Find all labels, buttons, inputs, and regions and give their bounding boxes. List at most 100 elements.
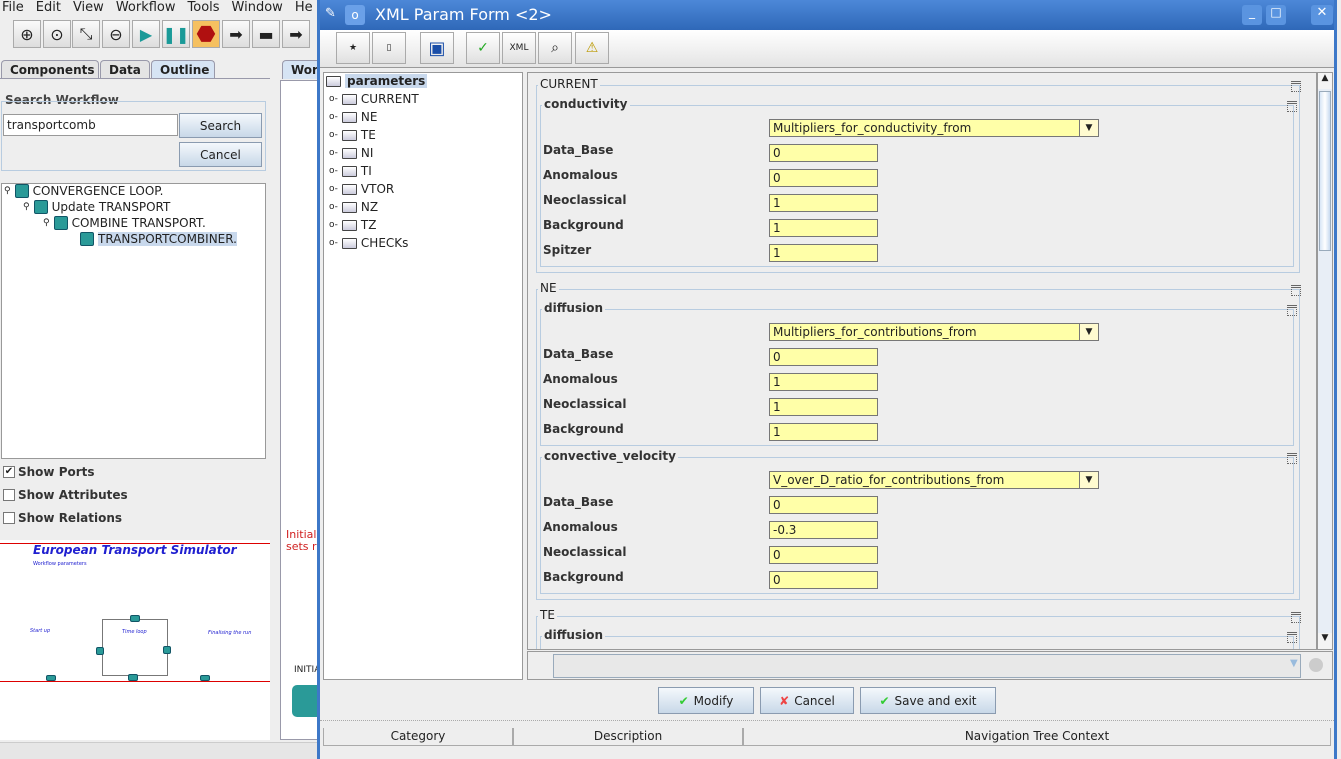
validate-icon[interactable]: ✓ bbox=[466, 32, 500, 64]
app-icon[interactable]: o bbox=[345, 5, 365, 25]
expand-handle-icon[interactable]: o- bbox=[329, 238, 338, 248]
small-arrow-icon[interactable]: ➡ bbox=[282, 20, 310, 48]
field-input[interactable]: 1 bbox=[769, 423, 878, 441]
column-navigation-context[interactable]: Navigation Tree Context bbox=[743, 728, 1331, 746]
combo-arrow-icon[interactable]: ▼ bbox=[1290, 658, 1298, 669]
expand-handle-icon[interactable]: o- bbox=[329, 130, 338, 140]
expand-handle-icon[interactable]: o- bbox=[329, 184, 338, 194]
scroll-down-icon[interactable]: ▼ bbox=[1318, 633, 1332, 649]
tree-item[interactable]: o- CURRENT bbox=[329, 92, 419, 106]
go-icon[interactable] bbox=[1309, 658, 1323, 672]
expand-handle-icon[interactable]: o- bbox=[329, 220, 338, 230]
stop-icon[interactable]: ⬣ bbox=[192, 20, 220, 48]
search-file-icon[interactable]: ⌕ bbox=[538, 32, 572, 64]
split-handle[interactable] bbox=[320, 720, 1334, 724]
collapse-icon[interactable] bbox=[1287, 453, 1297, 464]
tree-item[interactable]: o- NI bbox=[329, 146, 373, 160]
dropdown-arrow-icon[interactable]: ▼ bbox=[1079, 324, 1098, 340]
tab-workflow[interactable]: Wor bbox=[282, 60, 322, 79]
title-bar[interactable]: ✎ o XML Param Form <2> _ □ ✕ bbox=[320, 0, 1334, 30]
new-star-icon[interactable]: ★ bbox=[336, 32, 370, 64]
tree-root[interactable]: parameters bbox=[326, 74, 428, 88]
vertical-scrollbar[interactable]: ▲ ▼ bbox=[1317, 72, 1333, 650]
warning-file-icon[interactable]: ⚠ bbox=[575, 32, 609, 64]
menu-edit[interactable]: Edit bbox=[36, 0, 61, 15]
canvas[interactable]: Initial sets r INITIA bbox=[280, 80, 332, 740]
field-input[interactable]: 0 bbox=[769, 546, 878, 564]
run-icon[interactable]: ▶ bbox=[132, 20, 160, 48]
tree-item[interactable]: o- NZ bbox=[329, 200, 378, 214]
close-button[interactable]: ✕ bbox=[1311, 5, 1333, 25]
zoom-fit-icon[interactable]: ⤡ bbox=[72, 20, 100, 48]
field-input[interactable]: -0.3 bbox=[769, 521, 878, 539]
show-attributes-checkbox[interactable] bbox=[3, 489, 15, 501]
select-dropdown[interactable]: Multipliers_for_conductivity_from ▼ bbox=[769, 119, 1099, 137]
expand-handle-icon[interactable]: o- bbox=[329, 94, 338, 104]
field-input[interactable]: 0 bbox=[769, 169, 878, 187]
minimize-button[interactable]: _ bbox=[1242, 5, 1262, 25]
pause-icon[interactable]: ❚❚ bbox=[162, 20, 190, 48]
collapse-icon[interactable] bbox=[1291, 81, 1301, 92]
field-input[interactable]: 1 bbox=[769, 398, 878, 416]
tree-item[interactable]: o- TI bbox=[329, 164, 372, 178]
zoom-out-icon[interactable]: ⊖ bbox=[102, 20, 130, 48]
show-ports-checkbox[interactable]: ✔ bbox=[3, 466, 15, 478]
collapse-icon[interactable] bbox=[1287, 632, 1297, 643]
tree-item[interactable]: o- TE bbox=[329, 128, 376, 142]
expand-handle-icon[interactable]: o- bbox=[329, 148, 338, 158]
menu-view[interactable]: View bbox=[73, 0, 104, 15]
tab-outline[interactable]: Outline bbox=[151, 60, 215, 79]
maximize-button[interactable]: □ bbox=[1266, 5, 1286, 25]
xml-icon[interactable]: XML bbox=[502, 32, 536, 64]
select-dropdown[interactable]: V_over_D_ratio_for_contributions_from ▼ bbox=[769, 471, 1099, 489]
zoom-reset-icon[interactable]: ⊙ bbox=[43, 20, 71, 48]
tree-item[interactable]: o- VTOR bbox=[329, 182, 394, 196]
menu-file[interactable]: File bbox=[2, 0, 24, 15]
cancel-button[interactable]: ✘ Cancel bbox=[760, 687, 854, 714]
field-input[interactable]: 0 bbox=[769, 496, 878, 514]
tree-node[interactable]: ⚲ CONVERGENCE LOOP. bbox=[4, 184, 164, 198]
tab-data[interactable]: Data bbox=[100, 60, 150, 79]
collapse-icon[interactable] bbox=[1287, 101, 1297, 112]
tree-item[interactable]: o- CHECKs bbox=[329, 236, 408, 250]
step-arrow-icon[interactable]: ➡ bbox=[222, 20, 250, 48]
tree-node-selected[interactable]: TRANSPORTCOMBINER. bbox=[80, 232, 237, 246]
field-input[interactable]: 0 bbox=[769, 144, 878, 162]
zoom-in-icon[interactable]: ⊕ bbox=[13, 20, 41, 48]
expand-handle-icon[interactable]: o- bbox=[329, 166, 338, 176]
show-relations-checkbox[interactable] bbox=[3, 512, 15, 524]
modify-button[interactable]: ✔ Modify bbox=[658, 687, 754, 714]
scroll-thumb[interactable] bbox=[1319, 91, 1331, 251]
search-button[interactable]: Search bbox=[179, 113, 262, 138]
field-input[interactable]: 1 bbox=[769, 194, 878, 212]
tree-item[interactable]: o- NE bbox=[329, 110, 377, 124]
expand-handle-icon[interactable]: o- bbox=[329, 202, 338, 212]
dropdown-arrow-icon[interactable]: ▼ bbox=[1079, 472, 1098, 488]
column-description[interactable]: Description bbox=[513, 728, 743, 746]
column-category[interactable]: Category bbox=[323, 728, 513, 746]
field-input[interactable]: 1 bbox=[769, 244, 878, 262]
field-input[interactable]: 1 bbox=[769, 373, 878, 391]
menu-tools[interactable]: Tools bbox=[188, 0, 220, 15]
tree-node[interactable]: ⚲ COMBINE TRANSPORT. bbox=[43, 216, 206, 230]
field-input[interactable]: 0 bbox=[769, 571, 878, 589]
menu-workflow[interactable]: Workflow bbox=[116, 0, 176, 15]
menu-window[interactable]: Window bbox=[232, 0, 283, 15]
select-dropdown[interactable]: Multipliers_for_contributions_from ▼ bbox=[769, 323, 1099, 341]
tab-components[interactable]: Components bbox=[1, 60, 99, 79]
save-exit-button[interactable]: ✔ Save and exit bbox=[860, 687, 996, 714]
collapse-icon[interactable] bbox=[1287, 305, 1297, 316]
new-file-icon[interactable]: ▯ bbox=[372, 32, 406, 64]
context-combo[interactable] bbox=[553, 654, 1301, 678]
workflow-overview[interactable]: European Transport Simulator Workflow pa… bbox=[0, 540, 270, 740]
scroll-up-icon[interactable]: ▲ bbox=[1318, 73, 1332, 89]
expand-handle-icon[interactable]: o- bbox=[329, 112, 338, 122]
flag-arrow-icon[interactable]: ▬ bbox=[252, 20, 280, 48]
field-input[interactable]: 0 bbox=[769, 348, 878, 366]
collapse-icon[interactable] bbox=[1291, 285, 1301, 296]
dropdown-arrow-icon[interactable]: ▼ bbox=[1079, 120, 1098, 136]
collapse-icon[interactable] bbox=[1291, 612, 1301, 623]
search-input[interactable]: transportcomb bbox=[3, 114, 178, 136]
menu-help[interactable]: He bbox=[295, 0, 313, 15]
tree-node[interactable]: ⚲ Update TRANSPORT bbox=[23, 200, 170, 214]
